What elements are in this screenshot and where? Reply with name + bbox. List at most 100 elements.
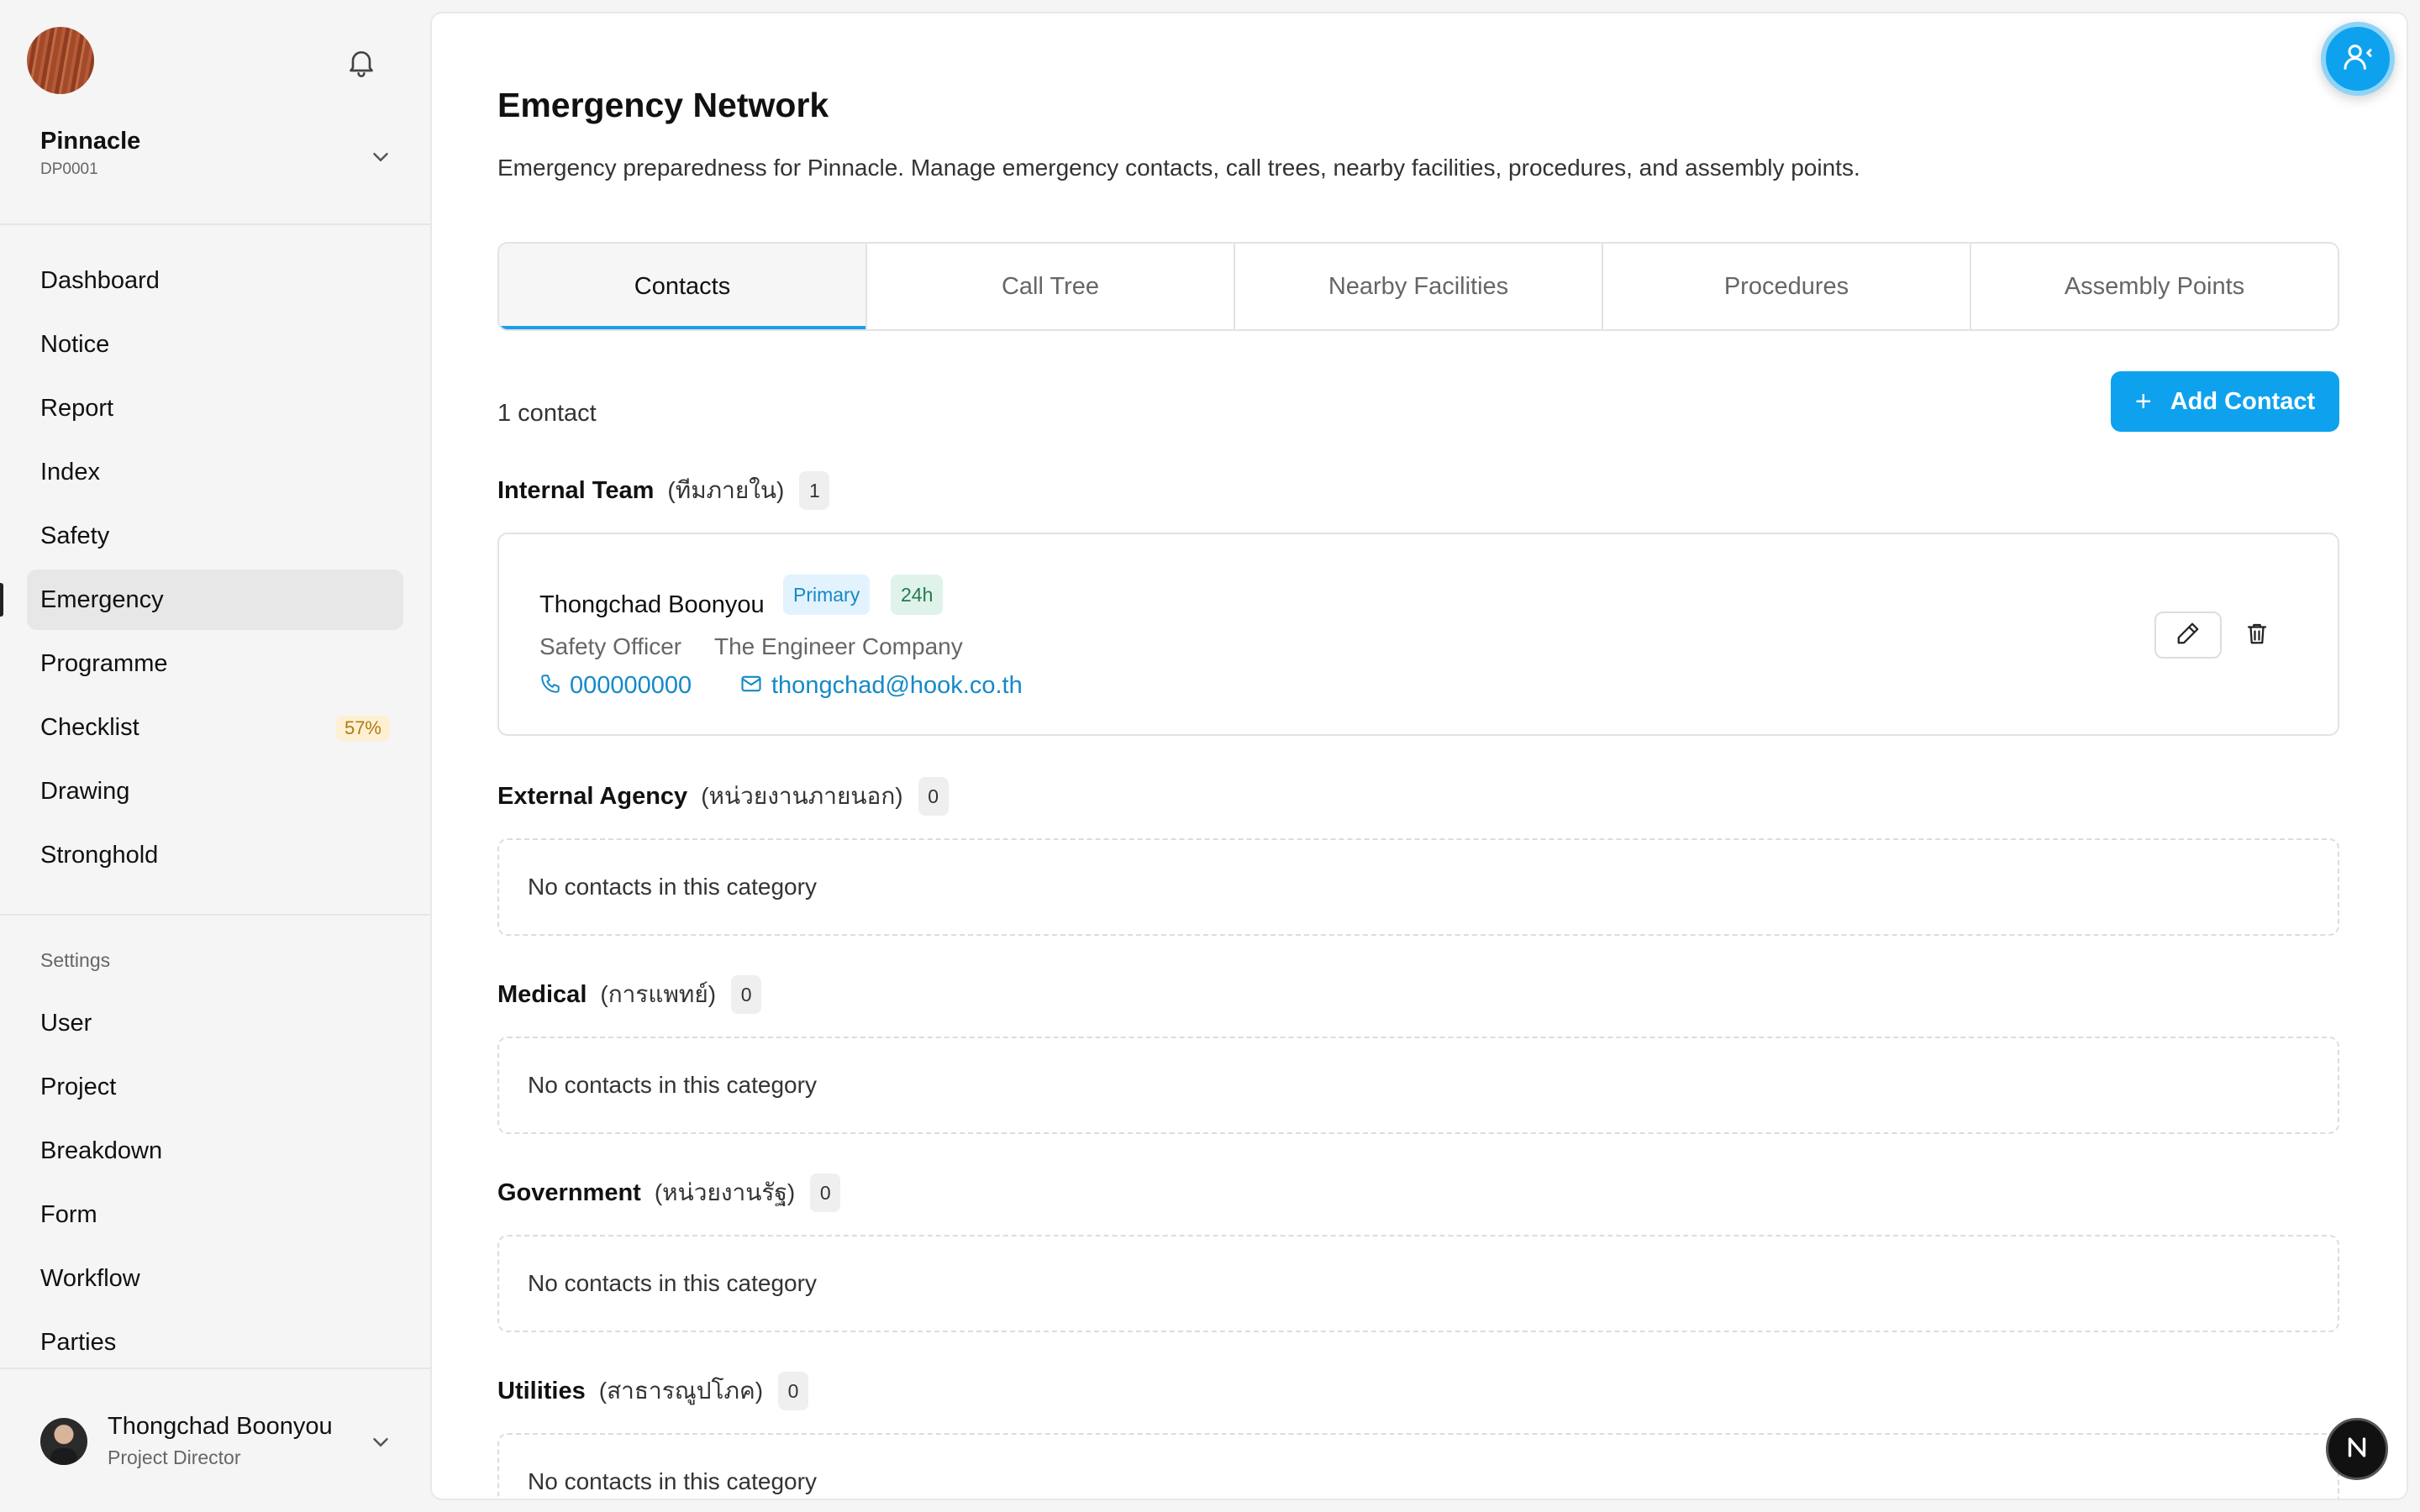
chevron-down-icon: [368, 144, 393, 170]
phone-icon: [539, 673, 561, 699]
category-thai-name: (หน่วยงานรัฐ): [654, 1179, 796, 1205]
contact-role: Safety Officer: [539, 633, 682, 659]
category-name: Utilities: [497, 1377, 586, 1404]
divider: [0, 223, 430, 225]
nav-item-label: Emergency: [40, 585, 164, 613]
nav-item-notice[interactable]: Notice: [27, 314, 403, 375]
sidebar-header: [27, 27, 403, 94]
nav-item-label: Breakdown: [40, 1137, 163, 1164]
sidebar: Pinnacle DP0001 Dashboard Notice Report …: [0, 0, 430, 1512]
trash-icon: [2244, 621, 2270, 650]
tab-procedures[interactable]: Procedures: [1603, 244, 1971, 329]
nav-item-label: Programme: [40, 649, 168, 677]
category-header-utilities: Utilities (สาธารณูปโภค) 0: [497, 1371, 809, 1411]
nav-item-parties[interactable]: Parties: [27, 1312, 403, 1373]
add-contact-button[interactable]: + Add Contact: [2111, 371, 2339, 432]
tab-bar: Contacts Call Tree Nearby Facilities Pro…: [497, 242, 2339, 331]
nav-item-label: Checklist: [40, 713, 139, 741]
category-count: 0: [778, 1372, 809, 1410]
nav-item-emergency[interactable]: Emergency: [0, 570, 403, 630]
nav-item-stronghold[interactable]: Stronghold: [27, 825, 403, 885]
nav-item-label: Form: [40, 1200, 97, 1228]
progress-badge: 57%: [335, 716, 390, 741]
tab-nearby-facilities[interactable]: Nearby Facilities: [1235, 244, 1603, 329]
user-menu[interactable]: Thongchad Boonyou Project Director: [40, 1411, 393, 1472]
active-indicator: [0, 583, 3, 617]
divider: [0, 914, 430, 916]
nav-item-label: Report: [40, 394, 114, 422]
user-switch-icon: [2341, 40, 2375, 78]
category-name: Internal Team: [497, 476, 655, 504]
nav-item-label: Project: [40, 1073, 117, 1100]
category-header-government: Government (หน่วยงานรัฐ) 0: [497, 1173, 841, 1213]
nav-item-label: Dashboard: [40, 266, 160, 294]
chevron-down-icon: [368, 1430, 393, 1455]
main-nav: Dashboard Notice Report Index Safety Eme…: [0, 250, 403, 889]
avatar: [40, 1418, 87, 1465]
category-header-external: External Agency (หน่วยงานภายนอก) 0: [497, 776, 949, 816]
user-switch-button[interactable]: [2321, 22, 2395, 96]
tab-contacts[interactable]: Contacts: [499, 244, 867, 329]
n-logo-button[interactable]: [2326, 1418, 2388, 1480]
category-thai-name: (หน่วยงานภายนอก): [701, 783, 903, 809]
page-description: Emergency preparedness for Pinnacle. Man…: [497, 155, 1860, 181]
nav-item-index[interactable]: Index: [27, 442, 403, 502]
mail-icon: [739, 672, 763, 700]
category-name: Government: [497, 1179, 641, 1206]
project-selector[interactable]: Pinnacle DP0001: [40, 128, 393, 188]
n-logo-icon: [2343, 1433, 2371, 1466]
nav-item-label: User: [40, 1009, 92, 1037]
page-title: Emergency Network: [497, 86, 829, 124]
nav-item-label: Notice: [40, 330, 110, 358]
nav-item-drawing[interactable]: Drawing: [27, 761, 403, 822]
category-count: 0: [810, 1173, 841, 1212]
tab-assembly-points[interactable]: Assembly Points: [1971, 244, 2338, 329]
project-code: DP0001: [40, 160, 98, 178]
category-thai-name: (การแพทย์): [600, 981, 717, 1007]
category-count: 0: [731, 975, 762, 1014]
contact-phone-link[interactable]: 000000000: [539, 672, 692, 700]
primary-badge: Primary: [783, 575, 871, 615]
contact-card: Thongchad Boonyou Primary 24h Safety Off…: [497, 533, 2339, 736]
contact-email-link[interactable]: thongchad@hook.co.th: [739, 672, 1023, 700]
category-thai-name: (ทีมภายใน): [667, 477, 785, 503]
nav-item-dashboard[interactable]: Dashboard: [27, 250, 403, 311]
pencil-icon: [2175, 621, 2201, 650]
contact-name: Thongchad Boonyou: [539, 591, 765, 618]
category-count: 0: [918, 777, 949, 816]
contact-company: The Engineer Company: [714, 633, 963, 659]
nav-item-project[interactable]: Project: [27, 1057, 403, 1117]
plus-icon: +: [2134, 386, 2152, 417]
contact-count: 1 contact: [497, 400, 597, 427]
nav-item-label: Workflow: [40, 1264, 140, 1292]
nav-item-programme[interactable]: Programme: [27, 633, 403, 694]
nav-item-label: Parties: [40, 1328, 117, 1356]
nav-item-checklist[interactable]: Checklist 57%: [27, 697, 403, 758]
nav-item-workflow[interactable]: Workflow: [27, 1248, 403, 1309]
category-header-internal: Internal Team (ทีมภายใน) 1: [497, 470, 830, 511]
nav-item-breakdown[interactable]: Breakdown: [27, 1121, 403, 1181]
nav-item-report[interactable]: Report: [27, 378, 403, 438]
project-avatar[interactable]: [27, 27, 94, 94]
nav-item-safety[interactable]: Safety: [27, 506, 403, 566]
category-header-medical: Medical (การแพทย์) 0: [497, 974, 762, 1015]
divider: [0, 1368, 430, 1369]
edit-contact-button[interactable]: [2154, 612, 2222, 659]
empty-category-box: No contacts in this category: [497, 1235, 2339, 1332]
nav-item-label: Safety: [40, 522, 110, 549]
user-role: Project Director: [108, 1446, 241, 1468]
nav-item-user[interactable]: User: [27, 993, 403, 1053]
bell-icon[interactable]: [345, 45, 378, 79]
nav-item-label: Stronghold: [40, 841, 159, 869]
settings-heading: Settings: [40, 949, 111, 971]
delete-contact-button[interactable]: [2237, 615, 2277, 655]
tab-call-tree[interactable]: Call Tree: [867, 244, 1235, 329]
nav-item-form[interactable]: Form: [27, 1184, 403, 1245]
add-contact-label: Add Contact: [2170, 387, 2316, 415]
settings-nav: User Project Breakdown Form Workflow Par…: [27, 993, 403, 1376]
availability-badge: 24h: [891, 575, 944, 615]
empty-category-box: No contacts in this category: [497, 838, 2339, 936]
category-thai-name: (สาธารณูปโภค): [598, 1378, 764, 1404]
project-name: Pinnacle: [40, 128, 141, 155]
user-name: Thongchad Boonyou: [108, 1413, 333, 1440]
